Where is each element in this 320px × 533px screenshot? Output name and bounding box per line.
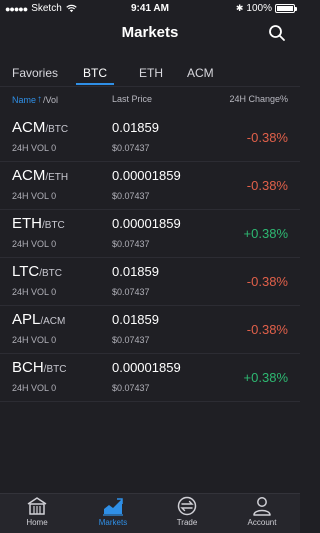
last-price: 0.01859 [112,312,159,327]
pair-label: ACM/BTC [12,119,68,136]
status-right: ✱ 100% [235,3,297,14]
name-header-label: Name [12,94,37,105]
last-price: 0.00001859 [112,360,181,375]
pair-base: ACM [12,167,46,184]
market-list: ACM/BTC 24H VOL 0 0.01859 $0.07437 -0.38… [0,114,300,402]
volume-label: 24H VOL 0 [12,383,57,393]
last-price: 0.00001859 [112,168,181,183]
page-title: Markets [121,24,179,41]
market-row[interactable]: ACM/BTC 24H VOL 0 0.01859 $0.07437 -0.38… [0,114,300,162]
sort-arrow-up-icon: ↑ [37,94,43,105]
pair-base: ACM [12,119,46,136]
volume-label: 24H VOL 0 [12,143,57,153]
fiat-price: $0.07437 [112,383,150,393]
pair-quote: /BTC [45,124,69,135]
change-percent: -0.38% [246,178,288,193]
battery-percent: 100% [246,3,272,14]
chart-icon [103,498,123,516]
home-icon [27,497,47,515]
last-price-header[interactable]: Last Price [112,94,152,104]
volume-label: 24H VOL 0 [12,287,57,297]
bottom-tab-bar: Home Markets Trade Account [0,493,300,533]
market-row[interactable]: ACM/ETH 24H VOL 0 0.00001859 $0.07437 -0… [0,162,300,210]
pair-base: BCH [12,359,44,376]
market-row[interactable]: ETH/BTC 24H VOL 0 0.00001859 $0.07437 +0… [0,210,300,258]
fiat-price: $0.07437 [112,239,150,249]
search-icon[interactable] [268,24,286,42]
tabbar-item-home[interactable]: Home [7,496,67,527]
pair-quote: /BTC [42,220,65,231]
pair-label: LTC/BTC [12,263,62,280]
pair-base: APL [12,311,41,328]
change-percent: -0.38% [246,322,288,337]
name-vol-sort-header[interactable]: Name ↑ /Vol [12,94,58,105]
market-row[interactable]: APL/ACM 24H VOL 0 0.01859 $0.07437 -0.38… [0,306,300,354]
volume-label: 24H VOL 0 [12,239,57,249]
fiat-price: $0.07437 [112,287,150,297]
change-header[interactable]: 24H Change% [229,94,288,104]
volume-label: 24H VOL 0 [12,335,57,345]
pair-label: ACM/ETH [12,167,68,184]
fiat-price: $0.07437 [112,191,150,201]
user-icon [253,497,271,516]
pair-quote: /ACM [40,316,66,327]
fiat-price: $0.07437 [112,143,150,153]
pair-base: LTC [12,263,40,280]
last-price: 0.01859 [112,264,159,279]
pair-base: ETH [12,215,42,232]
bluetooth-icon: ✱ [235,3,244,13]
pair-quote: /BTC [39,268,63,279]
market-row[interactable]: LTC/BTC 24H VOL 0 0.01859 $0.07437 -0.38… [0,258,300,306]
pair-quote: /ETH [45,172,69,183]
tabbar-label-markets: Markets [98,518,128,527]
tab-acm[interactable]: ACM [187,66,214,80]
tab-favories[interactable]: Favories [12,66,58,80]
pair-label: APL/ACM [12,311,65,328]
pair-label: BCH/BTC [12,359,66,376]
tabbar-item-markets[interactable]: Markets [83,496,143,527]
pair-quote: /BTC [43,364,67,375]
tabbar-item-account[interactable]: Account [232,496,292,527]
change-percent: +0.38% [243,370,288,385]
last-price: 0.00001859 [112,216,181,231]
exchange-icon [177,496,197,516]
tabbar-label-trade: Trade [176,518,198,527]
pair-label: ETH/BTC [12,215,65,232]
tabs-divider [0,86,300,87]
tabbar-item-trade[interactable]: Trade [157,496,217,527]
tab-btc[interactable]: BTC [83,66,107,80]
active-tab-indicator [76,83,114,85]
volume-label: 24H VOL 0 [12,191,57,201]
tabbar-label-account: Account [247,518,277,527]
tab-eth[interactable]: ETH [139,66,163,80]
last-price: 0.01859 [112,120,159,135]
change-percent: +0.38% [243,226,288,241]
tabbar-label-home: Home [26,518,48,527]
change-percent: -0.38% [246,130,288,145]
status-bar: ●●●●● Sketch 9:41 AM ✱ 100% [0,0,300,18]
battery-icon [275,4,297,13]
change-percent: -0.38% [246,274,288,289]
market-row[interactable]: BCH/BTC 24H VOL 0 0.00001859 $0.07437 +0… [0,354,300,402]
market-tabs: Favories BTC ETH ACM [0,60,300,86]
fiat-price: $0.07437 [112,335,150,345]
vol-header-label: /Vol [43,94,59,105]
